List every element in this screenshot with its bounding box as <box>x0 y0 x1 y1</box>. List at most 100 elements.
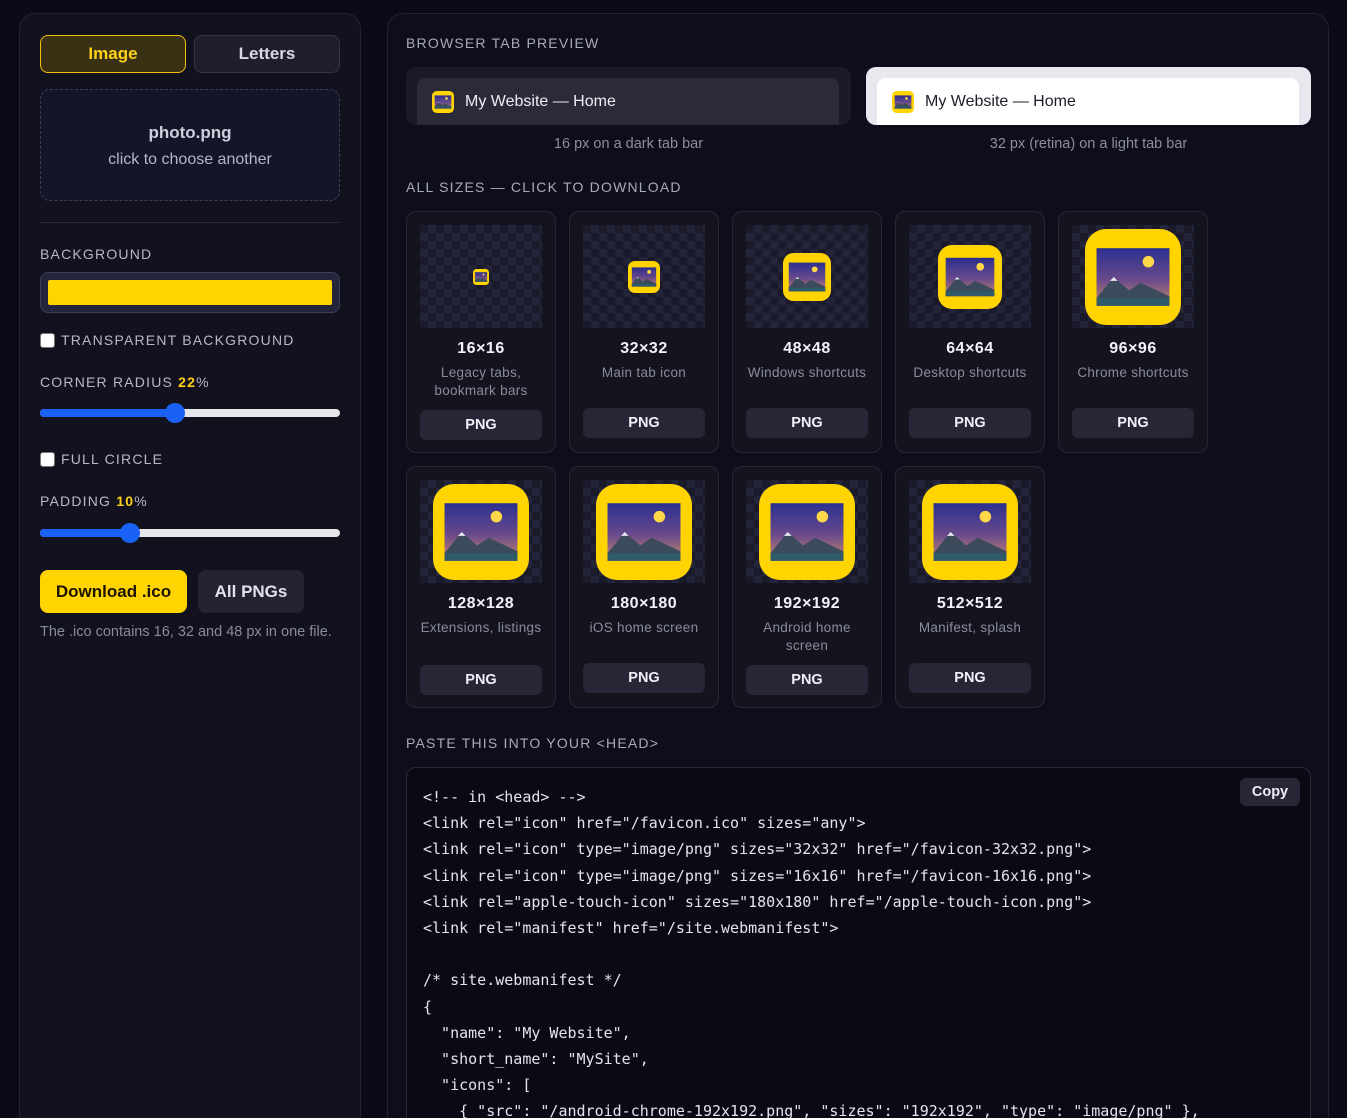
full-circle-toggle[interactable]: FULL CIRCLE <box>40 451 163 467</box>
size-label: 64×64 <box>946 340 994 357</box>
transparent-background-toggle[interactable]: TRANSPARENT BACKGROUND <box>40 332 295 348</box>
favicon-preview-icon <box>759 483 855 580</box>
dropzone-hint: click to choose another <box>108 151 272 168</box>
size-usage: Manifest, splash <box>918 620 1022 635</box>
full-circle-label: FULL CIRCLE <box>61 451 164 467</box>
size-card[interactable]: 512×512 Manifest, splash PNG <box>895 466 1045 708</box>
slider-fill <box>40 529 130 537</box>
favicon-preview-icon <box>783 252 831 301</box>
slider-thumb[interactable] <box>165 403 185 423</box>
dark-tab-bar: My Website — Home <box>406 67 851 125</box>
png-download-button[interactable]: PNG <box>583 408 705 438</box>
size-card[interactable]: 192×192 Android home screen PNG <box>732 466 882 708</box>
icon-preview <box>583 480 705 583</box>
background-label: BACKGROUND <box>40 246 153 262</box>
size-card[interactable]: 16×16 Legacy tabs, bookmark bars PNG <box>406 211 556 453</box>
corner-radius-value: 22 <box>178 374 197 390</box>
corner-radius-label-text: CORNER RADIUS <box>40 374 174 390</box>
icon-preview <box>420 225 542 328</box>
size-card[interactable]: 96×96 Chrome shortcuts PNG <box>1058 211 1208 453</box>
code-snippet-box: <!-- in <head> --> <link rel="icon" href… <box>406 767 1311 1118</box>
image-mode-tab[interactable]: Image <box>40 35 186 73</box>
png-download-button[interactable]: PNG <box>909 663 1031 693</box>
padding-value: 10 <box>116 493 135 509</box>
icon-preview <box>746 225 868 328</box>
favicon-preview-icon <box>473 268 489 285</box>
icon-preview <box>909 225 1031 328</box>
size-card[interactable]: 48×48 Windows shortcuts PNG <box>732 211 882 453</box>
icon-preview <box>909 480 1031 583</box>
size-label: 16×16 <box>457 340 505 357</box>
code-heading: PASTE THIS INTO YOUR <HEAD> <box>406 735 660 751</box>
corner-radius-unit: % <box>196 374 210 390</box>
light-tab-caption: 32 px (retina) on a light tab bar <box>989 136 1188 152</box>
corner-radius-slider[interactable] <box>40 403 340 423</box>
size-label: 512×512 <box>936 595 1004 612</box>
image-dropzone[interactable]: photo.png click to choose another <box>40 89 340 201</box>
slider-fill <box>40 409 175 417</box>
png-download-button[interactable]: PNG <box>1072 408 1194 438</box>
size-usage: Chrome shortcuts <box>1077 365 1189 380</box>
size-label: 48×48 <box>783 340 831 357</box>
padding-label: PADDING 10% <box>40 493 148 509</box>
full-circle-checkbox[interactable] <box>40 451 55 467</box>
main-panel: BROWSER TAB PREVIEW My Website — Home My… <box>387 13 1329 1118</box>
tab-preview-heading: BROWSER TAB PREVIEW <box>406 35 600 51</box>
png-download-button[interactable]: PNG <box>583 663 705 693</box>
icon-preview <box>746 480 868 583</box>
png-download-button[interactable]: PNG <box>909 408 1031 438</box>
size-usage: Android home screen <box>763 620 851 653</box>
transparent-background-checkbox[interactable] <box>40 332 55 348</box>
padding-label-text: PADDING <box>40 493 112 509</box>
dark-browser-tab[interactable]: My Website — Home <box>417 78 839 125</box>
size-label: 32×32 <box>620 340 668 357</box>
size-card[interactable]: 128×128 Extensions, listings PNG <box>406 466 556 708</box>
padding-slider[interactable] <box>40 523 340 543</box>
size-card[interactable]: 180×180 iOS home screen PNG <box>569 466 719 708</box>
png-download-button[interactable]: PNG <box>420 410 542 440</box>
favicon-preview-icon <box>433 483 529 580</box>
download-ico-button[interactable]: Download .ico <box>40 570 187 613</box>
divider <box>40 222 340 223</box>
sizes-heading: ALL SIZES — CLICK TO DOWNLOAD <box>406 179 682 195</box>
size-usage: Legacy tabs, bookmark bars <box>434 365 528 398</box>
light-tab-bar: My Website — Home <box>866 67 1311 125</box>
settings-sidebar: Image Letters photo.png click to choose … <box>19 13 361 1118</box>
icon-preview <box>420 480 542 583</box>
size-usage: Desktop shortcuts <box>913 365 1027 380</box>
size-card[interactable]: 64×64 Desktop shortcuts PNG <box>895 211 1045 453</box>
favicon-preview-icon <box>1085 228 1181 325</box>
size-label: 192×192 <box>773 595 841 612</box>
favicon-preview-icon <box>922 483 1018 580</box>
icon-preview <box>1072 225 1194 328</box>
png-download-button[interactable]: PNG <box>746 408 868 438</box>
corner-radius-label: CORNER RADIUS 22% <box>40 374 210 390</box>
padding-unit: % <box>134 493 148 509</box>
slider-thumb[interactable] <box>120 523 140 543</box>
icon-preview <box>583 225 705 328</box>
dark-tab-caption: 16 px on a dark tab bar <box>553 136 704 152</box>
favicon-icon <box>892 90 914 113</box>
size-card[interactable]: 32×32 Main tab icon PNG <box>569 211 719 453</box>
code-snippet: <!-- in <head> --> <link rel="icon" href… <box>423 788 1200 1118</box>
copy-button[interactable]: Copy <box>1240 778 1300 806</box>
favicon-preview-icon <box>628 260 660 293</box>
letters-mode-tab[interactable]: Letters <box>194 35 340 73</box>
size-usage: Main tab icon <box>601 365 687 380</box>
ico-note: The .ico contains 16, 32 and 48 px in on… <box>40 624 332 640</box>
size-usage: iOS home screen <box>589 620 699 635</box>
png-download-button[interactable]: PNG <box>746 665 868 695</box>
size-label: 96×96 <box>1109 340 1157 357</box>
favicon-preview-icon <box>938 244 1002 309</box>
favicon-icon <box>432 90 454 113</box>
background-color-swatch <box>48 280 332 305</box>
size-label: 180×180 <box>610 595 678 612</box>
size-usage: Windows shortcuts <box>747 365 867 380</box>
png-download-button[interactable]: PNG <box>420 665 542 695</box>
tab-title: My Website — Home <box>925 92 1076 110</box>
size-usage: Extensions, listings <box>420 620 542 635</box>
light-browser-tab[interactable]: My Website — Home <box>877 78 1299 125</box>
background-color-picker[interactable] <box>40 272 340 313</box>
all-pngs-button[interactable]: All PNGs <box>198 570 304 613</box>
selected-filename: photo.png <box>148 123 232 142</box>
